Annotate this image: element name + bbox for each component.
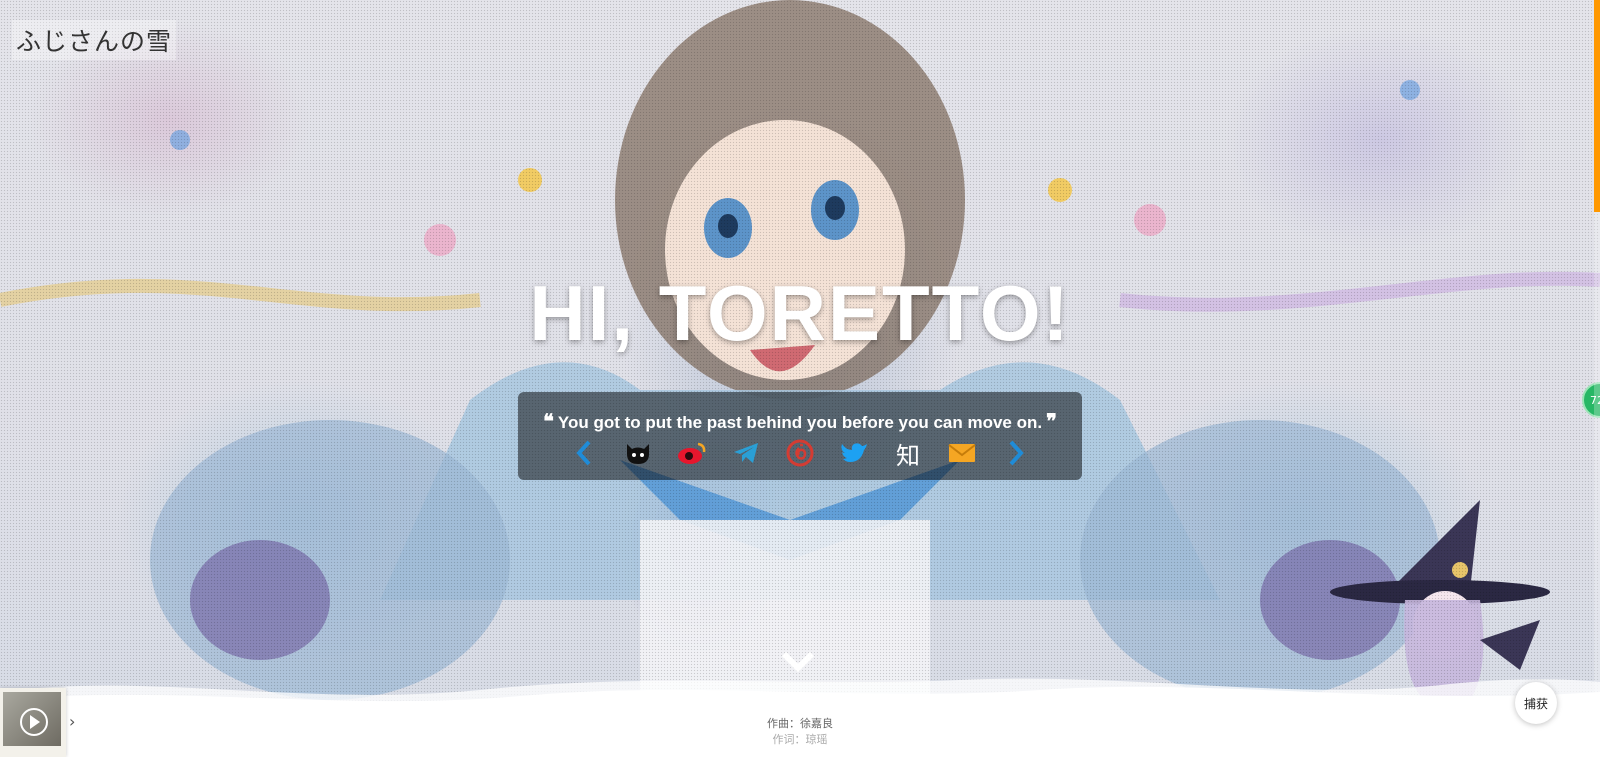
dot-overlay [0,0,1600,757]
lyrics-line-next: 作词：琼瑶 [772,733,828,746]
lyrics-line-current: 作曲：徐嘉良 [767,717,833,730]
social-links: 知 [518,438,1082,470]
chevron-left-icon[interactable] [568,438,600,468]
site-logo[interactable]: ふじさんの雪 [12,20,177,60]
quote-close-icon: ❞ [1046,409,1057,433]
page-stage: ふじさんの雪 HI, TORETTO! ❝ You got to put the … [0,0,1600,757]
motto-quote: ❝ You got to put the past behind you befo… [518,409,1082,433]
motto-text: You got to put the past behind you befor… [557,413,1043,432]
zhihu-icon[interactable]: 知 [892,438,924,470]
email-icon[interactable] [946,438,978,468]
weibo-icon[interactable] [676,438,708,468]
chevron-right-icon[interactable] [1000,438,1032,468]
hero-title: HI, TORETTO! [529,269,1071,357]
music-player [0,688,66,757]
player-toggle-icon[interactable]: › [69,712,75,731]
quote-open-icon: ❝ [543,409,554,433]
zhihu-label: 知 [896,441,920,470]
play-button-icon[interactable] [20,708,48,736]
telegram-icon[interactable] [730,438,762,468]
twitter-icon[interactable] [838,438,870,468]
lyrics-display: 作曲：徐嘉良 作词：琼瑶 [0,716,1600,748]
info-panel: ❝ You got to put the past behind you befo… [518,392,1082,480]
github-icon[interactable] [622,438,654,468]
capture-button[interactable]: 捕获 [1515,682,1557,724]
scrollbar-thumb[interactable] [1594,0,1600,212]
netease-music-icon[interactable] [784,438,816,468]
album-cover [3,692,61,746]
